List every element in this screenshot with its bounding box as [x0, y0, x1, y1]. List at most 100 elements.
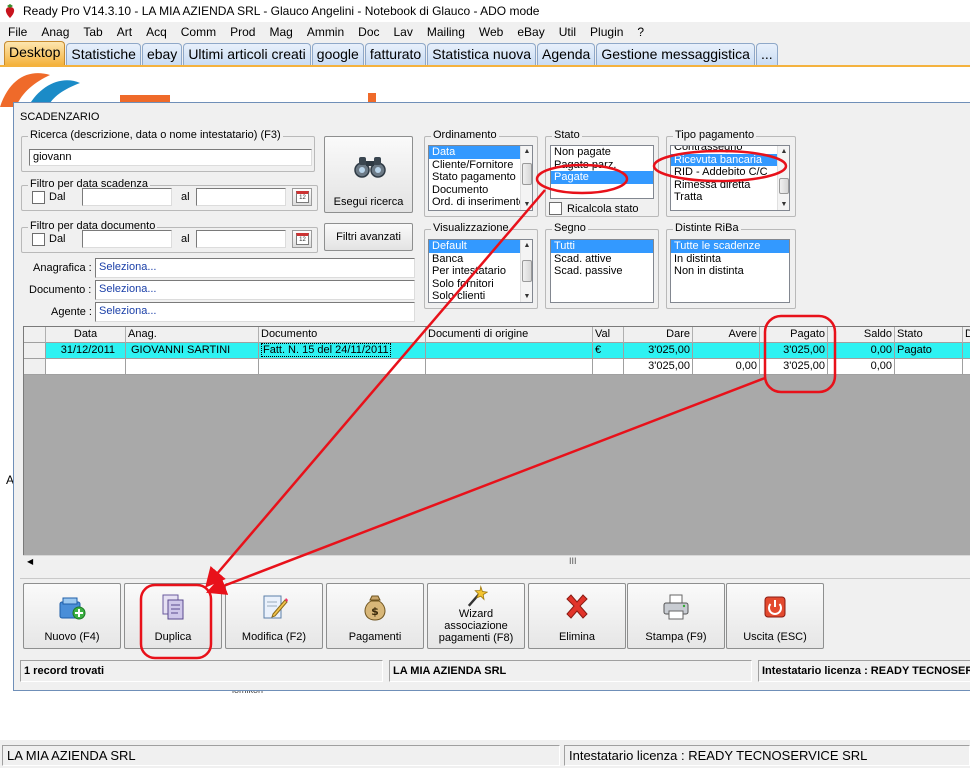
- due-date-checkbox[interactable]: [32, 191, 45, 204]
- tab-ultimi-articoli[interactable]: Ultimi articoli creati: [183, 43, 311, 65]
- tab-google[interactable]: google: [311, 43, 364, 65]
- payment-type-listbox[interactable]: Contrassegno Ricevuta bancaria RID - Add…: [670, 145, 790, 211]
- column-header[interactable]: Pagato: [760, 327, 828, 343]
- view-option[interactable]: Default: [429, 240, 532, 253]
- column-header[interactable]: Data: [46, 327, 126, 343]
- due-date-calendar-button[interactable]: 12: [292, 188, 312, 206]
- scroll-thumb[interactable]: [522, 260, 532, 282]
- tab-ebay[interactable]: ebay: [141, 43, 183, 65]
- advanced-filters-button[interactable]: Filtri avanzati: [324, 223, 413, 251]
- menu-art[interactable]: Art: [110, 22, 139, 42]
- documento-selector[interactable]: Seleziona...: [95, 280, 415, 300]
- menu-file[interactable]: File: [0, 22, 34, 42]
- column-header[interactable]: Saldo: [828, 327, 895, 343]
- menu-ebay[interactable]: eBay: [510, 22, 551, 42]
- scroll-up-arrow-icon[interactable]: ▲: [521, 146, 532, 157]
- scroll-up-arrow-icon[interactable]: ▲: [778, 146, 789, 157]
- tab-more[interactable]: ...: [755, 43, 778, 65]
- menu-acq[interactable]: Acq: [139, 22, 174, 42]
- due-date-from-input[interactable]: [82, 188, 172, 206]
- status-option[interactable]: Non pagate: [551, 146, 653, 159]
- sort-scrollbar[interactable]: ▲ ▼: [520, 146, 532, 210]
- doc-date-from-input[interactable]: [82, 230, 172, 248]
- menu-lav[interactable]: Lav: [387, 22, 420, 42]
- menu-ammin[interactable]: Ammin: [300, 22, 351, 42]
- agente-selector[interactable]: Seleziona...: [95, 302, 415, 322]
- new-button[interactable]: Nuovo (F4): [23, 583, 121, 649]
- payment-type-option[interactable]: Tratta: [671, 191, 789, 204]
- sort-option[interactable]: Stato pagamento: [429, 171, 532, 184]
- tab-statistiche[interactable]: Statistiche: [66, 43, 141, 65]
- menu-prod[interactable]: Prod: [223, 22, 262, 42]
- search-input[interactable]: giovann: [29, 149, 312, 166]
- sign-option[interactable]: Scad. attive: [551, 253, 653, 266]
- sort-option[interactable]: Documento: [429, 184, 532, 197]
- tab-statistica-nuova[interactable]: Statistica nuova: [427, 43, 537, 65]
- status-listbox[interactable]: Non pagate Pagate parz. Pagate: [550, 145, 654, 199]
- scroll-thumb[interactable]: [779, 178, 789, 194]
- sort-option[interactable]: Data: [429, 146, 532, 159]
- tab-agenda[interactable]: Agenda: [537, 43, 596, 65]
- due-date-to-input[interactable]: [196, 188, 286, 206]
- scroll-down-arrow-icon[interactable]: ▼: [521, 199, 532, 210]
- search-button[interactable]: Esegui ricerca: [324, 136, 413, 213]
- menu-doc[interactable]: Doc: [351, 22, 386, 42]
- scroll-grip[interactable]: III: [569, 556, 577, 566]
- view-option[interactable]: Banca: [429, 253, 532, 266]
- status-option[interactable]: Pagate parz.: [551, 159, 653, 172]
- column-header[interactable]: D: [963, 327, 970, 343]
- menu-mailing[interactable]: Mailing: [420, 22, 472, 42]
- doc-date-checkbox[interactable]: [32, 233, 45, 246]
- payment-type-option[interactable]: Contrassegno: [671, 146, 789, 154]
- payment-type-option[interactable]: Ricevuta bancaria: [671, 153, 789, 166]
- edit-button[interactable]: Modifica (F2): [225, 583, 323, 649]
- column-header[interactable]: Dare: [624, 327, 693, 343]
- scroll-up-arrow-icon[interactable]: ▲: [521, 240, 532, 251]
- tab-desktop[interactable]: Desktop: [4, 41, 66, 65]
- payment-type-option[interactable]: Rimessa diretta: [671, 179, 789, 192]
- column-header[interactable]: Documento: [259, 327, 426, 343]
- payment-type-option[interactable]: RID - Addebito C/C: [671, 166, 789, 179]
- menu-mag[interactable]: Mag: [262, 22, 299, 42]
- scroll-thumb[interactable]: [522, 163, 532, 185]
- view-option[interactable]: Solo clienti: [429, 290, 532, 302]
- tab-gestione-messaggistica[interactable]: Gestione messaggistica: [596, 43, 755, 65]
- sign-option[interactable]: Scad. passive: [551, 265, 653, 278]
- sort-option[interactable]: Ord. di inserimento: [429, 196, 532, 209]
- wizard-button[interactable]: Wizard associazione pagamenti (F8): [427, 583, 525, 649]
- tab-fatturato[interactable]: fatturato: [364, 43, 427, 65]
- menu-web[interactable]: Web: [472, 22, 510, 42]
- column-header[interactable]: Documenti di origine: [426, 327, 593, 343]
- column-header[interactable]: Anag.: [126, 327, 259, 343]
- menu-comm[interactable]: Comm: [174, 22, 223, 42]
- menu-anag[interactable]: Anag: [34, 22, 76, 42]
- column-header[interactable]: Avere: [693, 327, 760, 343]
- riba-option[interactable]: In distinta: [671, 253, 789, 266]
- payments-button[interactable]: $ Pagamenti: [326, 583, 424, 649]
- doc-date-calendar-button[interactable]: 12: [292, 230, 312, 248]
- sign-option[interactable]: Tutti: [551, 240, 653, 253]
- delete-button[interactable]: Elimina: [528, 583, 626, 649]
- doc-date-to-input[interactable]: [196, 230, 286, 248]
- scroll-down-arrow-icon[interactable]: ▼: [521, 291, 532, 302]
- exit-button[interactable]: Uscita (ESC): [726, 583, 824, 649]
- menu-help[interactable]: ?: [630, 22, 651, 42]
- view-option[interactable]: Per intestatario: [429, 265, 532, 278]
- sort-option[interactable]: Cliente/Fornitore: [429, 159, 532, 172]
- sort-listbox[interactable]: Data Cliente/Fornitore Stato pagamento D…: [428, 145, 533, 211]
- table-row[interactable]: 31/12/2011 GIOVANNI SARTINI Fatt. N. 15 …: [24, 343, 970, 359]
- print-button[interactable]: Stampa (F9): [627, 583, 725, 649]
- menu-plugin[interactable]: Plugin: [583, 22, 630, 42]
- riba-listbox[interactable]: Tutte le scadenze In distinta Non in dis…: [670, 239, 790, 303]
- sign-listbox[interactable]: Tutti Scad. attive Scad. passive: [550, 239, 654, 303]
- view-option[interactable]: Solo fornitori: [429, 278, 532, 291]
- view-listbox[interactable]: Default Banca Per intestatario Solo forn…: [428, 239, 533, 303]
- menu-tab[interactable]: Tab: [76, 22, 109, 42]
- payment-type-scrollbar[interactable]: ▲ ▼: [777, 146, 789, 210]
- column-header[interactable]: Val: [593, 327, 624, 343]
- scroll-left-arrow-icon[interactable]: ◀: [27, 557, 33, 566]
- grid-horizontal-scrollbar[interactable]: ◀ III: [23, 555, 970, 570]
- riba-option[interactable]: Tutte le scadenze: [671, 240, 789, 253]
- duplicate-button[interactable]: Duplica: [124, 583, 222, 649]
- status-option[interactable]: Pagate: [551, 171, 653, 184]
